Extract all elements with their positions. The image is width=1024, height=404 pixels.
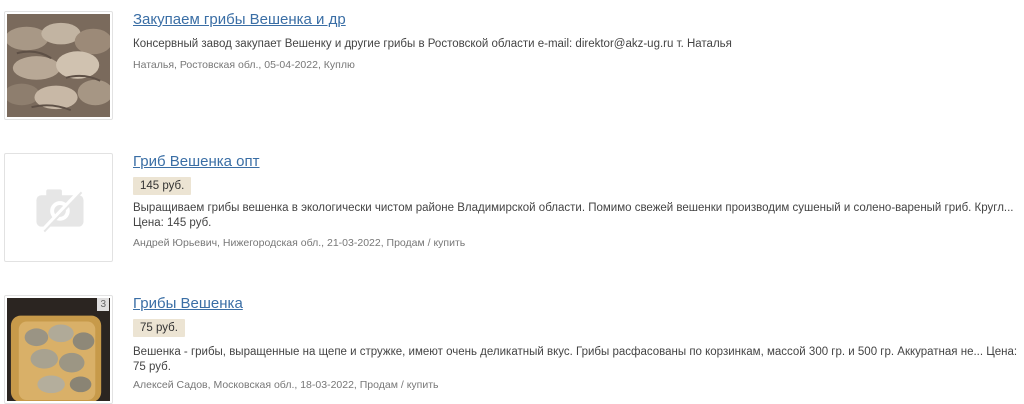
listing-title[interactable]: Грибы Вешенка xyxy=(133,295,243,312)
listing-thumbnail[interactable] xyxy=(4,11,113,120)
photo-count-badge: 3 xyxy=(97,298,109,311)
mushroom-basket-photo xyxy=(7,298,110,401)
listing-meta: Андрей Юрьевич, Нижегородская обл., 21-0… xyxy=(133,237,466,249)
listing-thumbnail[interactable] xyxy=(4,153,113,262)
listing-meta: Наталья, Ростовская обл., 05-04-2022, Ку… xyxy=(133,59,355,71)
listing-title[interactable]: Закупаем грибы Вешенка и др xyxy=(133,11,346,28)
listing-description: Вешенка - грибы, выращенные на щепе и ст… xyxy=(133,346,1018,373)
oyster-mushroom-photo xyxy=(7,14,110,117)
listing-meta: Алексей Садов, Московская обл., 18-03-20… xyxy=(133,379,439,391)
listing-thumbnail[interactable]: 3 xyxy=(4,295,113,404)
listing-description: Консервный завод закупает Вешенку и друг… xyxy=(133,38,732,50)
no-photo-camera-icon xyxy=(7,156,110,259)
listing-description: Выращиваем грибы вешенка в экологически … xyxy=(133,202,1014,229)
listing-title[interactable]: Гриб Вешенка опт xyxy=(133,153,260,170)
price-badge: 145 руб. xyxy=(133,177,192,195)
price-badge: 75 руб. xyxy=(133,319,185,337)
